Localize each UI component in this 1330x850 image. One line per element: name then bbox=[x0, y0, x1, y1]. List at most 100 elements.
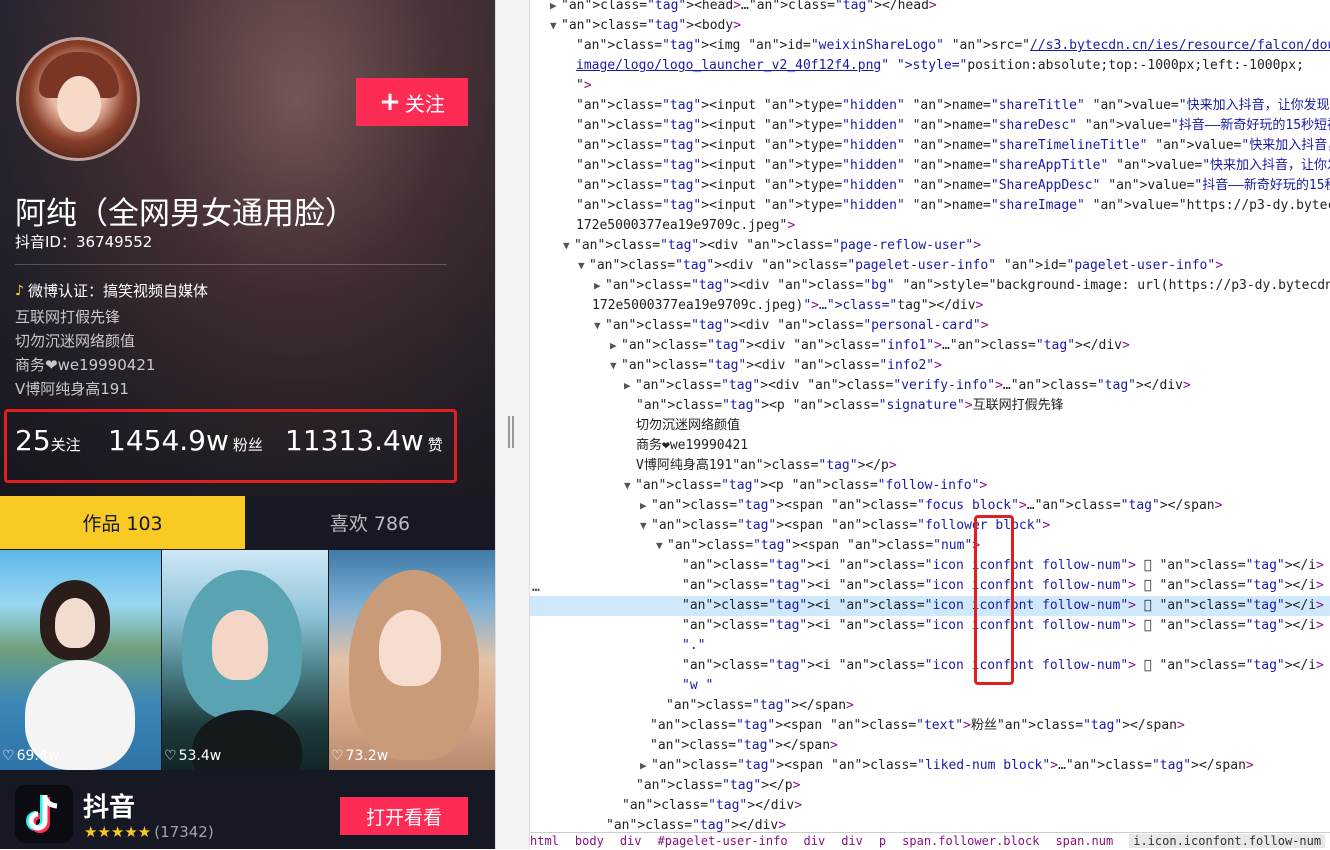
collapse-triangle-icon[interactable]: ▼ bbox=[578, 256, 589, 276]
dom-tree-line[interactable]: "an">class="tag"><i "an">class="icon ico… bbox=[530, 576, 1330, 596]
breadcrumb-item[interactable]: div bbox=[620, 834, 642, 848]
dom-tree-line[interactable]: ▶ "an">class="tag"><head>…"an">class="tag… bbox=[530, 0, 1330, 16]
dom-tree-line[interactable]: ▶ "an">class="tag"><span "an">class="like… bbox=[530, 756, 1330, 776]
dom-tree-line[interactable]: 172e5000377ea19e9709c.jpeg"> bbox=[530, 216, 1330, 236]
dom-tree-line[interactable]: ▼ "an">class="tag"><div "an">class="perso… bbox=[530, 316, 1330, 336]
verify-text: 微博认证：搞笑视频自媒体 bbox=[27, 282, 208, 300]
collapse-triangle-icon[interactable]: ▼ bbox=[656, 536, 667, 556]
dom-tree-line[interactable]: "an">class="tag"><input "an">type="hidde… bbox=[530, 156, 1330, 176]
dom-tree-line[interactable]: "an">class="tag"><input "an">type="hidde… bbox=[530, 136, 1330, 156]
dom-tree-line[interactable]: ▼ "an">class="tag"><div "an">class="page-… bbox=[530, 236, 1330, 256]
expand-triangle-icon[interactable]: ▶ bbox=[594, 276, 605, 296]
breadcrumb: html body div #pagelet-user-info div div p span… bbox=[530, 832, 1330, 850]
dom-tree-line[interactable]: ▼ "an">class="tag"><span "an">class="num"… bbox=[530, 536, 1330, 556]
dom-tree-line[interactable]: "an">class="tag"><input "an">type="hidde… bbox=[530, 196, 1330, 216]
dom-tree-line[interactable]: "an">class="tag"></div> bbox=[530, 796, 1330, 816]
video-thumbnail[interactable]: ♡ 73.2w bbox=[329, 550, 495, 770]
tab-works[interactable]: 作品 103 bbox=[0, 496, 245, 549]
breadcrumb-item[interactable]: span.follower.block bbox=[902, 834, 1039, 848]
dom-tree-line[interactable]: "an">class="tag"><p "an">class="signatur… bbox=[530, 396, 1330, 416]
dom-tree-line[interactable]: ▼ "an">class="tag"><div "an">class="info2… bbox=[530, 356, 1330, 376]
dom-tree-line[interactable]: "an">class="tag"></span> bbox=[530, 736, 1330, 756]
expand-triangle-icon[interactable]: ▶ bbox=[640, 496, 651, 516]
collapse-triangle-icon[interactable]: ▼ bbox=[594, 316, 605, 336]
dom-tree-line[interactable]: 172e5000377ea19e9709c.jpeg)">…">class="t… bbox=[530, 296, 1330, 316]
dom-tree-line[interactable]: "an">class="tag"><img "an">id="weixinSha… bbox=[530, 36, 1330, 56]
dom-tree-line[interactable]: "an">class="tag"><input "an">type="hidde… bbox=[530, 176, 1330, 196]
video-like-count: ♡ 53.4w bbox=[164, 748, 222, 764]
panel-resizer[interactable] bbox=[495, 0, 530, 849]
collapse-triangle-icon[interactable]: ▼ bbox=[640, 516, 651, 536]
signature-line: 互联网打假先锋 bbox=[15, 308, 121, 326]
figure-face bbox=[379, 610, 441, 686]
open-app-button[interactable]: 打开看看 bbox=[340, 797, 468, 835]
collapse-triangle-icon[interactable]: ▼ bbox=[624, 476, 635, 496]
breadcrumb-item[interactable]: html bbox=[530, 834, 559, 848]
signature-line: 商务❤we19990421 bbox=[15, 356, 156, 374]
dom-tree-line[interactable]: "an">class="tag"><i "an">class="icon ico… bbox=[530, 656, 1330, 676]
expand-triangle-icon[interactable]: ▶ bbox=[640, 756, 651, 776]
dom-tree-line[interactable]: ▶ "an">class="tag"><div "an">class="bg" "… bbox=[530, 276, 1330, 296]
dom-tree-line[interactable]: "an">class="tag"></span> bbox=[530, 696, 1330, 716]
breadcrumb-item[interactable]: span.num bbox=[1055, 834, 1113, 848]
dom-tree-line[interactable]: ▶ "an">class="tag"><span "an">class="focu… bbox=[530, 496, 1330, 516]
video-thumbnail[interactable]: ♡ 69.4w bbox=[0, 550, 161, 770]
dom-tree-line[interactable]: "an">class="tag"><i "an">class="icon ico… bbox=[530, 556, 1330, 576]
video-thumbnail[interactable]: ♡ 53.4w bbox=[162, 550, 328, 770]
dom-tree-line[interactable]: image/logo/logo_launcher_v2_40f12f4.png"… bbox=[530, 56, 1330, 76]
rating-count: (17342) bbox=[154, 823, 214, 841]
figure-face bbox=[55, 598, 95, 648]
breadcrumb-item[interactable]: #pagelet-user-info bbox=[658, 834, 788, 848]
nickname: 阿纯（全网男女通用脸） bbox=[15, 196, 356, 232]
expand-triangle-icon[interactable]: ▶ bbox=[624, 376, 635, 396]
heart-icon: ♡ bbox=[2, 748, 15, 764]
dom-tree-line[interactable]: ▶ "an">class="tag"><div "an">class="verif… bbox=[530, 376, 1330, 396]
dom-tree-line[interactable]: 切勿沉迷网络颜值 bbox=[530, 416, 1330, 436]
dom-tree-line[interactable]: V博阿纯身高191"an">class="tag"></p> bbox=[530, 456, 1330, 476]
follow-button[interactable]: + 关注 bbox=[356, 78, 468, 126]
iconfont-highlight-box bbox=[974, 515, 1014, 685]
dom-tree-line[interactable]: ▼ "an">class="tag"><div "an">class="pagel… bbox=[530, 256, 1330, 276]
avatar-face bbox=[57, 76, 101, 132]
avatar[interactable] bbox=[16, 37, 140, 161]
breadcrumb-item[interactable]: div bbox=[841, 834, 863, 848]
signature-line: 切勿沉迷网络颜值 bbox=[15, 332, 136, 350]
dom-tree-line[interactable]: "." bbox=[530, 636, 1330, 656]
breadcrumb-item[interactable]: p bbox=[879, 834, 886, 848]
breadcrumb-item[interactable]: div bbox=[804, 834, 826, 848]
douyin-logo-icon bbox=[15, 785, 73, 843]
video-like-count: ♡ 73.2w bbox=[331, 748, 389, 764]
collapse-triangle-icon[interactable]: ▼ bbox=[550, 16, 561, 36]
dom-tree-line[interactable]: ▼ "an">class="tag"><span "an">class="foll… bbox=[530, 516, 1330, 536]
dom-tree-line[interactable]: ▶ "an">class="tag"><div "an">class="info1… bbox=[530, 336, 1330, 356]
figure-face bbox=[212, 610, 268, 680]
dom-tree-line[interactable]: "an">class="tag"><i "an">class="icon ico… bbox=[530, 596, 1330, 616]
dom-tree-line[interactable]: ▼ "an">class="tag"><p "an">class="follow-… bbox=[530, 476, 1330, 496]
breadcrumb-item[interactable]: i.icon.iconfont.follow-num bbox=[1129, 834, 1326, 848]
dom-tree-line[interactable]: "an">class="tag"><input "an">type="hidde… bbox=[530, 96, 1330, 116]
devtools-elements-panel: … ▶ "an">class="tag"><head>…"an">class="t… bbox=[530, 0, 1330, 849]
app-rating: ★★★★★ (17342) bbox=[84, 823, 214, 841]
plus-icon: + bbox=[379, 87, 401, 117]
dom-tree-line[interactable]: "> bbox=[530, 76, 1330, 96]
tab-likes[interactable]: 喜欢 786 bbox=[245, 496, 495, 549]
dom-tree-line[interactable]: "an">class="tag"><input "an">type="hidde… bbox=[530, 116, 1330, 136]
collapse-triangle-icon[interactable]: ▼ bbox=[610, 356, 621, 376]
star-icons: ★★★★★ bbox=[84, 823, 152, 841]
dom-tree-line[interactable]: "an">class="tag"><span "an">class="text"… bbox=[530, 716, 1330, 736]
expand-triangle-icon[interactable]: ▶ bbox=[550, 0, 561, 16]
dom-tree-line[interactable]: "an">class="tag"></p> bbox=[530, 776, 1330, 796]
expand-triangle-icon[interactable]: ▶ bbox=[610, 336, 621, 356]
video-tabs: 作品 103 喜欢 786 bbox=[0, 496, 495, 549]
dom-tree-line[interactable]: ▼ "an">class="tag"><body> bbox=[530, 16, 1330, 36]
resize-grip-icon[interactable] bbox=[508, 416, 514, 448]
breadcrumb-item[interactable]: body bbox=[575, 834, 604, 848]
heart-icon: ♡ bbox=[164, 748, 177, 764]
dom-tree-line[interactable]: "w " bbox=[530, 676, 1330, 696]
follow-button-label: 关注 bbox=[404, 91, 445, 116]
dom-tree-line[interactable]: 商务❤we19990421 bbox=[530, 436, 1330, 456]
dom-tree-line[interactable]: "an">class="tag"><i "an">class="icon ico… bbox=[530, 616, 1330, 636]
tiktok-note-icon: ♪ bbox=[15, 282, 24, 299]
app-name: 抖音 bbox=[83, 793, 136, 823]
collapse-triangle-icon[interactable]: ▼ bbox=[563, 236, 574, 256]
